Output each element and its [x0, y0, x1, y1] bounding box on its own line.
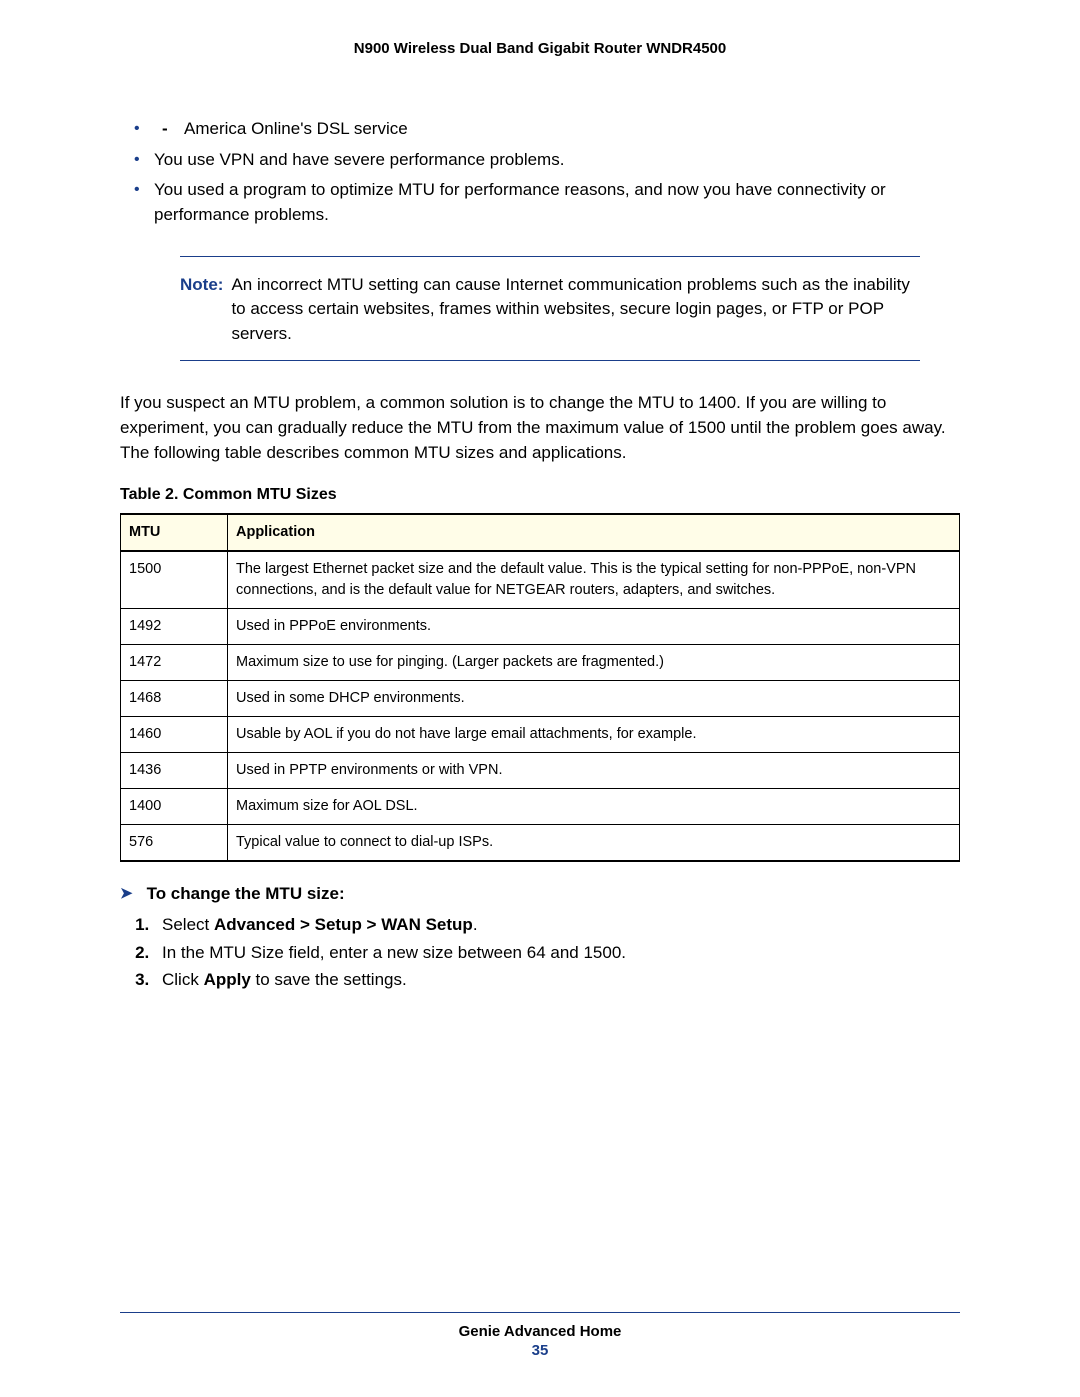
table-row: 1460Usable by AOL if you do not have lar… — [121, 716, 960, 752]
list-item: You used a program to optimize MTU for p… — [154, 178, 960, 227]
table-header-app: Application — [228, 514, 960, 551]
step-item: Select Advanced > Setup > WAN Setup. — [154, 912, 960, 938]
note-text: An incorrect MTU setting can cause Inter… — [231, 273, 910, 347]
chevron-right-icon: ➤ — [120, 883, 133, 905]
procedure-heading-text: To change the MTU size: — [147, 882, 345, 907]
table-row: 1472Maximum size to use for pinging. (La… — [121, 644, 960, 680]
table-row: 1500The largest Ethernet packet size and… — [121, 551, 960, 609]
table-row: 1468Used in some DHCP environments. — [121, 680, 960, 716]
body-paragraph: If you suspect an MTU problem, a common … — [120, 391, 960, 465]
table-row: 1400Maximum size for AOL DSL. — [121, 788, 960, 824]
procedure-steps: Select Advanced > Setup > WAN Setup. In … — [120, 912, 960, 993]
page-footer: Genie Advanced Home 35 — [120, 1312, 960, 1359]
footer-page-number: 35 — [120, 1342, 960, 1359]
step-item: Click Apply to save the settings. — [154, 967, 960, 993]
table-row: 576Typical value to connect to dial-up I… — [121, 824, 960, 861]
mtu-table: MTU Application 1500The largest Ethernet… — [120, 513, 960, 862]
top-bullet-list: America Online's DSL service You use VPN… — [120, 117, 960, 228]
procedure-heading: ➤ To change the MTU size: — [120, 882, 960, 907]
note-block: Note: An incorrect MTU setting can cause… — [180, 256, 920, 362]
table-row: 1492Used in PPPoE environments. — [121, 608, 960, 644]
step-item: In the MTU Size field, enter a new size … — [154, 940, 960, 966]
note-label: Note: — [180, 273, 231, 347]
sub-list-item: America Online's DSL service — [184, 117, 960, 142]
footer-section-title: Genie Advanced Home — [120, 1323, 960, 1340]
table-caption: Table 2. Common MTU Sizes — [120, 483, 960, 506]
list-item: You use VPN and have severe performance … — [154, 148, 960, 173]
doc-header-title: N900 Wireless Dual Band Gigabit Router W… — [120, 40, 960, 57]
table-header-mtu: MTU — [121, 514, 228, 551]
table-row: 1436Used in PPTP environments or with VP… — [121, 752, 960, 788]
